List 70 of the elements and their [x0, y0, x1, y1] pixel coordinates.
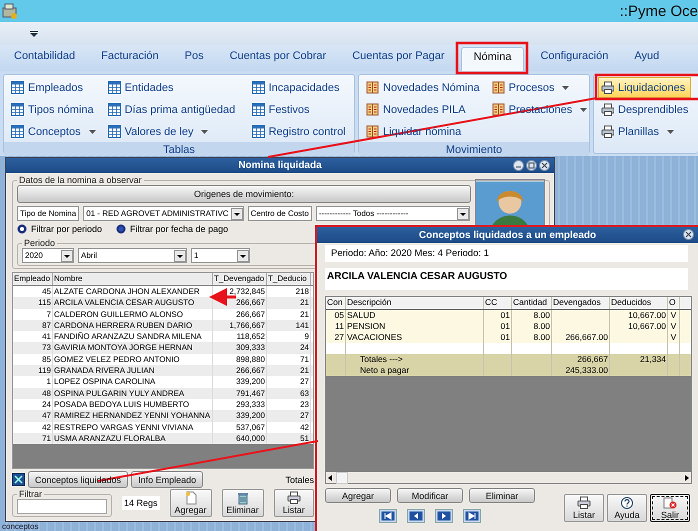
- ribbon-button[interactable]: Novedades PILA: [363, 99, 483, 120]
- radio-option[interactable]: Filtrar por periodo: [17, 224, 102, 234]
- ribbon-button[interactable]: Entidades: [104, 77, 243, 98]
- ribbon-tab[interactable]: Contabilidad: [4, 47, 86, 71]
- ribbon-button[interactable]: Procesos: [488, 77, 590, 98]
- ribbon-tab[interactable]: Ayud: [624, 47, 670, 71]
- action-button[interactable]: Agregar: [170, 489, 212, 517]
- action-button[interactable]: Eliminar: [469, 488, 535, 503]
- ribbon-button[interactable]: Desprendibles: [598, 99, 692, 120]
- tab-button[interactable]: Info Empleado: [131, 471, 204, 488]
- ribbon-tab[interactable]: Pos: [174, 47, 214, 71]
- action-button[interactable]: Ayuda: [607, 494, 647, 522]
- column-header[interactable]: Cantidad: [512, 297, 552, 309]
- background-label: conceptos: [2, 522, 38, 531]
- radio-option[interactable]: Filtrar por fecha de pago: [116, 224, 228, 234]
- ribbon-button[interactable]: Registro control: [248, 121, 349, 142]
- ribbon-tab[interactable]: Configuración: [530, 47, 618, 71]
- ribbon-tab[interactable]: Nómina: [460, 47, 524, 71]
- ribbon-tab[interactable]: Cuentas por Cobrar: [220, 47, 336, 71]
- action-button[interactable]: Salir: [650, 494, 690, 522]
- column-header[interactable]: Deducidos: [610, 297, 668, 309]
- window-title: Conceptos liquidados a un empleado: [418, 230, 596, 240]
- ribbon-tab[interactable]: Cuentas por Pagar: [342, 47, 455, 71]
- cost-center-dropdown[interactable]: ------------ Todos ------------: [316, 206, 470, 221]
- dropdown-value: 01 - RED AGROVET ADMINISTRATIVC: [86, 209, 230, 218]
- action-button[interactable]: Listar: [564, 494, 604, 522]
- column-header[interactable]: O: [668, 297, 680, 309]
- employee-name: ARCILA VALENCIA CESAR AUGUSTO: [325, 268, 688, 290]
- action-button[interactable]: Agregar: [325, 488, 391, 503]
- dropdown-value: 1: [194, 251, 200, 260]
- window-title: Nomina liquidada: [238, 160, 322, 171]
- dropdown-value: 2020: [25, 251, 44, 260]
- group-label: Datos de la nomina a observar: [18, 175, 143, 185]
- period-info: Periodo: Año: 2020 Mes: 4 Periodo: 1: [325, 245, 688, 262]
- ribbon-button[interactable]: Liquidaciones: [598, 77, 692, 98]
- window-title: ::Pyme Oce: [620, 2, 698, 20]
- payroll-type-dropdown[interactable]: 01 - RED AGROVET ADMINISTRATIVC: [83, 206, 244, 221]
- column-header[interactable]: Con: [326, 297, 346, 309]
- dropdown-value: ------------ Todos ------------: [318, 209, 410, 218]
- column-header[interactable]: Nombre: [53, 273, 213, 285]
- column-header[interactable]: Descripción: [346, 297, 484, 309]
- action-button[interactable]: Eliminar: [222, 489, 264, 517]
- origins-button[interactable]: Origenes de movimiento:: [17, 185, 471, 203]
- column-header[interactable]: T_Devengado: [213, 273, 267, 285]
- period-dropdown[interactable]: 2020: [22, 248, 74, 263]
- group-label: Filtrar: [18, 489, 43, 499]
- ribbon-button[interactable]: Tipos nómina: [8, 99, 99, 120]
- action-button[interactable]: Listar: [274, 489, 314, 517]
- period-dropdown[interactable]: Abril: [78, 248, 187, 263]
- field-label: Centro de Costo: [248, 206, 312, 221]
- column-header[interactable]: Empleado: [13, 273, 53, 285]
- ribbon-button[interactable]: Valores de ley: [104, 121, 243, 142]
- period-dropdown[interactable]: 1: [191, 248, 250, 263]
- column-header[interactable]: T_Deducio: [267, 273, 311, 285]
- ribbon-button[interactable]: Planillas: [598, 121, 692, 142]
- ribbon-button[interactable]: Incapacidades: [248, 77, 349, 98]
- action-button[interactable]: Modificar: [397, 488, 463, 503]
- dropdown-value: Abril: [81, 251, 98, 260]
- ribbon-tab[interactable]: Facturación: [91, 47, 169, 71]
- column-header[interactable]: Devengados: [552, 297, 610, 309]
- field-label: Tipo de Nomina: [17, 206, 80, 221]
- group-label: Periodo: [23, 238, 56, 248]
- record-count: 14 Regs: [122, 496, 160, 510]
- totals-label: Totales: [285, 474, 314, 484]
- ribbon-button[interactable]: Empleados: [8, 77, 99, 98]
- column-header[interactable]: CC: [484, 297, 512, 309]
- ribbon-button[interactable]: Festivos: [248, 99, 349, 120]
- ribbon-button[interactable]: Días prima antigüedad: [104, 99, 243, 120]
- ribbon-button[interactable]: Conceptos: [8, 121, 99, 142]
- ribbon-button[interactable]: Novedades Nómina: [363, 77, 483, 98]
